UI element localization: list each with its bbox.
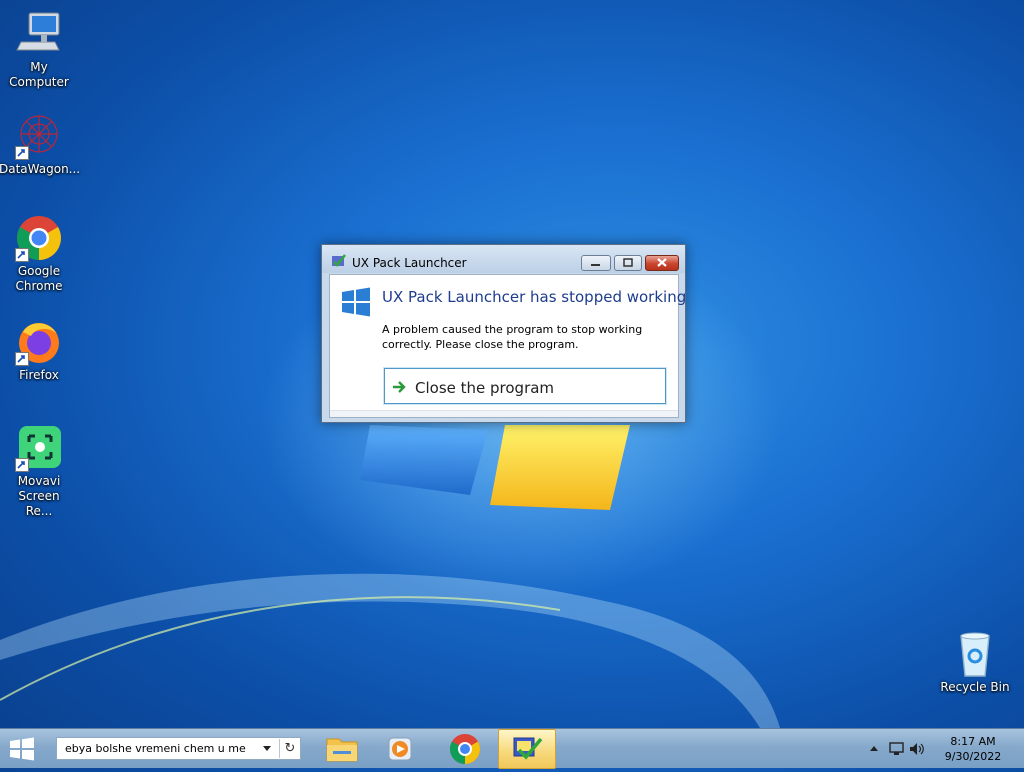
firefox-icon xyxy=(15,318,63,366)
taskbar-media-player[interactable] xyxy=(371,729,429,769)
error-dialog[interactable]: UX Pack Launchcer UX Pack Launchcer has … xyxy=(321,244,686,423)
address-input-value[interactable]: ebya bolshe vremeni chem u me xyxy=(65,742,257,755)
computer-icon xyxy=(15,10,63,58)
desktop-icon-firefox[interactable]: Firefox xyxy=(0,318,79,383)
address-toolbar-input[interactable]: ebya bolshe vremeni chem u me ↻ xyxy=(56,737,301,760)
refresh-icon[interactable]: ↻ xyxy=(279,739,300,758)
shortcut-arrow-icon xyxy=(15,146,29,160)
desktop-icon-google-chrome[interactable]: Google Chrome xyxy=(0,214,79,294)
ux-pack-launcher-icon xyxy=(331,254,347,268)
start-button[interactable] xyxy=(8,736,36,762)
taskbar-chrome[interactable] xyxy=(436,729,494,769)
shortcut-arrow-icon xyxy=(15,248,29,262)
desktop-icon-recycle-bin[interactable]: Recycle Bin xyxy=(935,630,1015,695)
error-description: A problem caused the program to stop wor… xyxy=(382,323,643,351)
close-program-button[interactable]: Close the program xyxy=(383,367,667,405)
movavi-screen-recorder-icon xyxy=(15,424,63,472)
network-icon[interactable] xyxy=(889,742,904,755)
taskbar: ebya bolshe vremeni chem u me ↻ 8:17 AM … xyxy=(0,728,1024,769)
shortcut-arrow-icon xyxy=(15,458,29,472)
green-arrow-icon xyxy=(392,380,406,397)
clock-time: 8:17 AM xyxy=(950,735,996,748)
clock-date: 9/30/2022 xyxy=(944,750,1002,763)
desktop-icon-my-computer[interactable]: My Computer xyxy=(0,10,79,90)
desktop-icon-label: My Computer xyxy=(9,60,69,89)
desktop-icon-label: Movavi Screen Re... xyxy=(17,474,61,518)
error-headline: UX Pack Launchcer has stopped working xyxy=(382,288,687,306)
desktop-icon-label: Google Chrome xyxy=(15,264,63,293)
ux-pack-launcher-icon xyxy=(513,737,543,760)
shortcut-arrow-icon xyxy=(15,352,29,366)
dialog-footer xyxy=(330,410,678,417)
system-tray xyxy=(866,741,926,757)
dialog-titlebar[interactable]: UX Pack Launchcer xyxy=(322,245,685,273)
desktop-icon-label: Recycle Bin xyxy=(940,680,1010,694)
taskbar-ux-pack-launcher[interactable] xyxy=(498,729,556,769)
recycle-bin-icon xyxy=(951,630,999,678)
windows-logo-icon xyxy=(341,287,371,317)
taskbar-file-explorer[interactable] xyxy=(313,729,371,769)
media-player-icon xyxy=(388,737,412,761)
desktop-icon-movavi[interactable]: Movavi Screen Re... xyxy=(0,424,79,519)
system-clock[interactable]: 8:17 AM 9/30/2022 xyxy=(928,734,1018,764)
minimize-button[interactable] xyxy=(581,255,611,271)
desktop-icon-label: Firefox xyxy=(19,368,59,382)
desktop-icon-datawagon[interactable]: DataWagon... xyxy=(0,112,81,177)
datawagon-icon xyxy=(15,112,63,160)
volume-icon[interactable] xyxy=(910,743,924,755)
chevron-up-icon[interactable] xyxy=(870,746,878,751)
dialog-body: UX Pack Launchcer has stopped working A … xyxy=(329,274,686,418)
chrome-icon xyxy=(15,214,63,262)
chrome-icon xyxy=(449,734,481,764)
maximize-button[interactable] xyxy=(614,255,642,271)
close-window-button[interactable] xyxy=(645,255,679,271)
close-program-label: Close the program xyxy=(415,379,555,397)
dialog-title: UX Pack Launchcer xyxy=(352,256,467,270)
chevron-down-icon[interactable] xyxy=(263,746,271,751)
file-explorer-icon xyxy=(326,738,358,762)
desktop-icon-label: DataWagon... xyxy=(0,162,81,176)
